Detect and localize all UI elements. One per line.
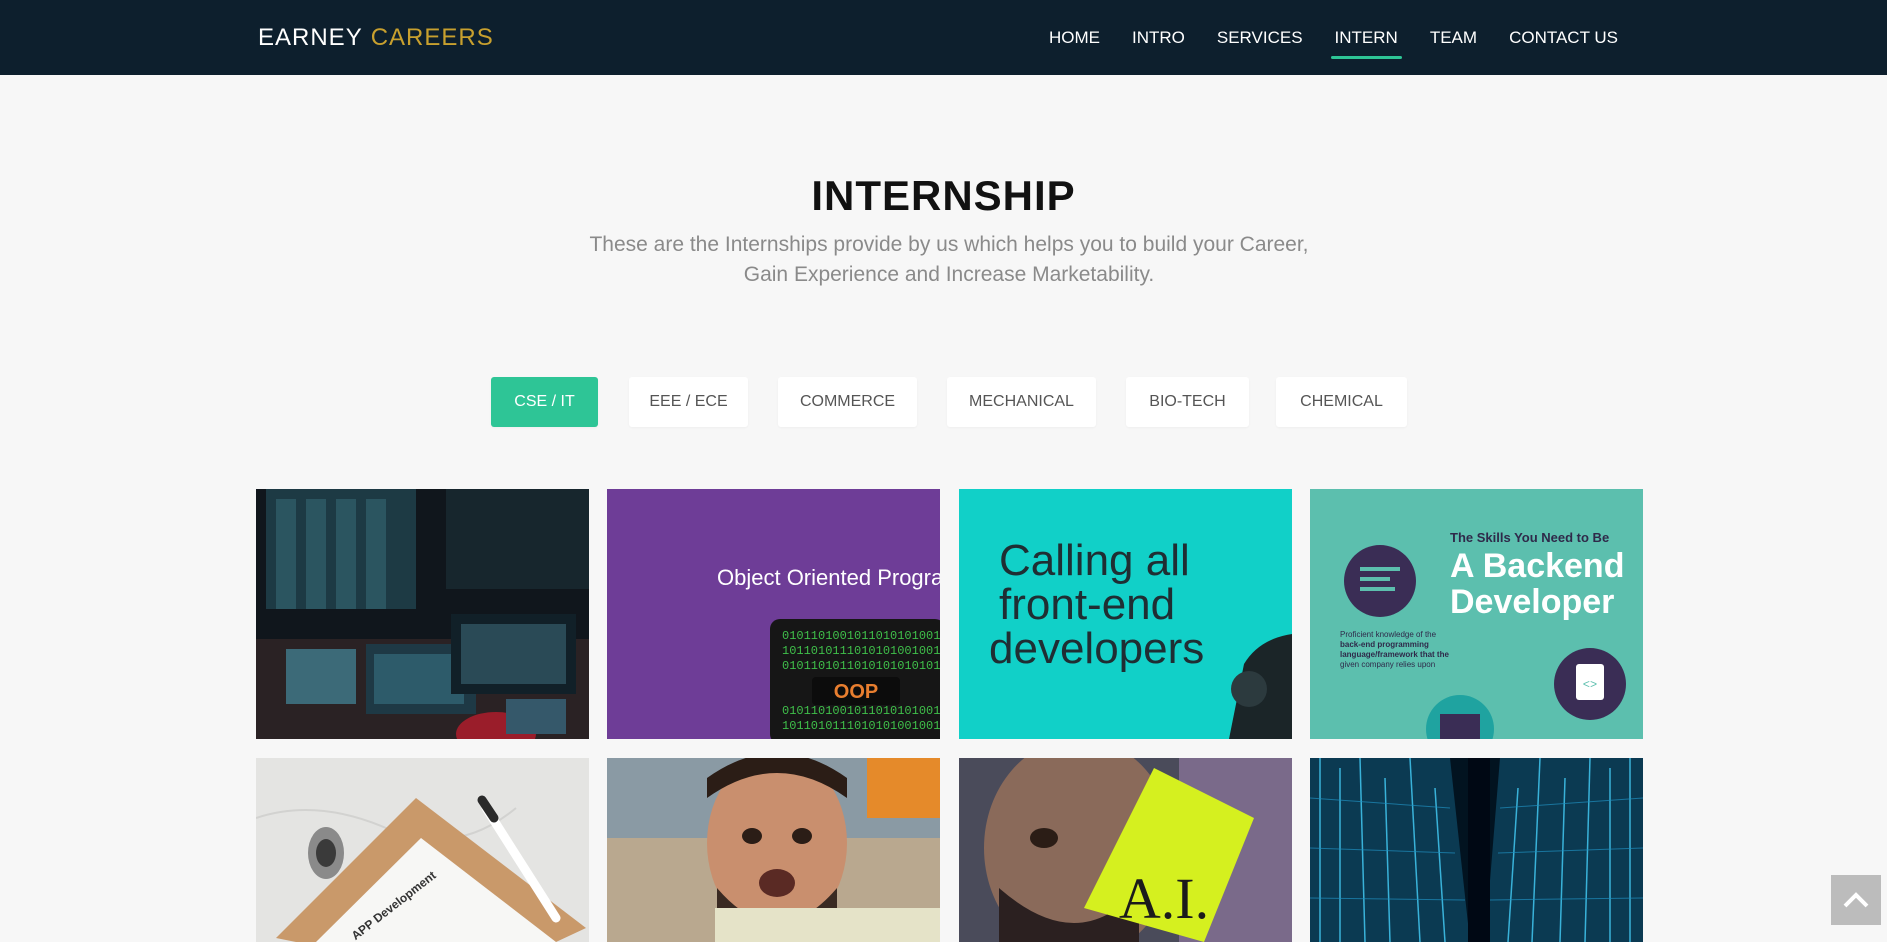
svg-text:1011010111010101001001: 1011010111010101001001 (782, 719, 940, 733)
nav-home[interactable]: HOME (1033, 0, 1116, 75)
filter-bio-tech[interactable]: BIO-TECH (1126, 377, 1249, 427)
excited-person-image (607, 758, 940, 942)
filter-cse-it[interactable]: CSE / IT (491, 377, 598, 427)
ai-image: A.I. (959, 758, 1292, 942)
filter-eee-ece[interactable]: EEE / ECE (629, 377, 748, 427)
nav-intern[interactable]: INTERN (1319, 0, 1414, 75)
logo[interactable]: EARNEY CAREERS (258, 22, 494, 54)
workspace-image (256, 489, 589, 739)
svg-text:0101101011010101010101: 0101101011010101010101 (782, 659, 940, 673)
top-navbar: EARNEY CAREERS HOME INTRO SERVICES INTER… (0, 0, 1887, 75)
frontend-line1: Calling all (999, 536, 1190, 585)
frontend-line3: developers (989, 624, 1204, 673)
card-data-city-image[interactable] (1310, 758, 1643, 942)
logo-accent: CAREERS (370, 24, 494, 51)
frontend-image: Calling all front-end developers (959, 489, 1292, 739)
card-frontend-image[interactable]: Calling all front-end developers (959, 489, 1292, 739)
svg-text:language/framework that the: language/framework that the (1340, 650, 1449, 659)
frontend-line2: front-end (999, 580, 1175, 629)
filter-chemical[interactable]: CHEMICAL (1276, 377, 1407, 427)
backend-image: The Skills You Need to Be A Backend Deve… (1310, 489, 1643, 739)
chevron-up-icon (1843, 892, 1869, 908)
svg-text:given company relies upon: given company relies upon (1340, 660, 1435, 669)
card-oop-image[interactable]: Object Oriented Progran 0101101001011010… (607, 489, 940, 739)
backend-line2: Developer (1450, 583, 1614, 621)
oop-badge: OOP (834, 681, 878, 703)
nav-contact[interactable]: CONTACT US (1493, 0, 1634, 75)
scroll-to-top-button[interactable] (1831, 875, 1881, 925)
card-backend-image[interactable]: The Skills You Need to Be A Backend Deve… (1310, 489, 1643, 739)
svg-text:back-end programming: back-end programming (1340, 640, 1429, 649)
backend-line1: A Backend (1450, 547, 1624, 585)
page-title: INTERNSHIP (811, 172, 1076, 219)
oop-title: Object Oriented Progran (717, 565, 940, 590)
card-workspace-image[interactable] (256, 489, 589, 739)
card-app-dev-image[interactable]: APP Development (256, 758, 589, 942)
data-city-image (1310, 758, 1643, 942)
card-ai-image[interactable]: A.I. (959, 758, 1292, 942)
page-subtitle: These are the Internships provide by us … (589, 233, 1309, 286)
svg-text:Proficient knowledge of the: Proficient knowledge of the (1340, 630, 1437, 639)
nav-team[interactable]: TEAM (1414, 0, 1493, 75)
card-excited-person-image[interactable] (607, 758, 940, 942)
app-dev-image: APP Development (256, 758, 589, 942)
svg-text:1011010111010101001001: 1011010111010101001001 (782, 644, 940, 658)
filter-mechanical[interactable]: MECHANICAL (947, 377, 1096, 427)
backend-kicker: The Skills You Need to Be (1450, 530, 1609, 545)
main-nav: HOME INTRO SERVICES INTERN TEAM CONTACT … (1033, 0, 1634, 75)
filter-commerce[interactable]: COMMERCE (778, 377, 917, 427)
svg-text:0101101001011010101001: 0101101001011010101001 (782, 704, 940, 718)
svg-text:0101101001011010101001: 0101101001011010101001 (782, 629, 940, 643)
nav-services[interactable]: SERVICES (1201, 0, 1319, 75)
svg-text:<>: <> (1583, 678, 1597, 692)
nav-intro[interactable]: INTRO (1116, 0, 1201, 75)
oop-image: Object Oriented Progran 0101101001011010… (607, 489, 940, 739)
ai-label: A.I. (1119, 866, 1209, 931)
logo-brand: EARNEY (258, 24, 363, 51)
